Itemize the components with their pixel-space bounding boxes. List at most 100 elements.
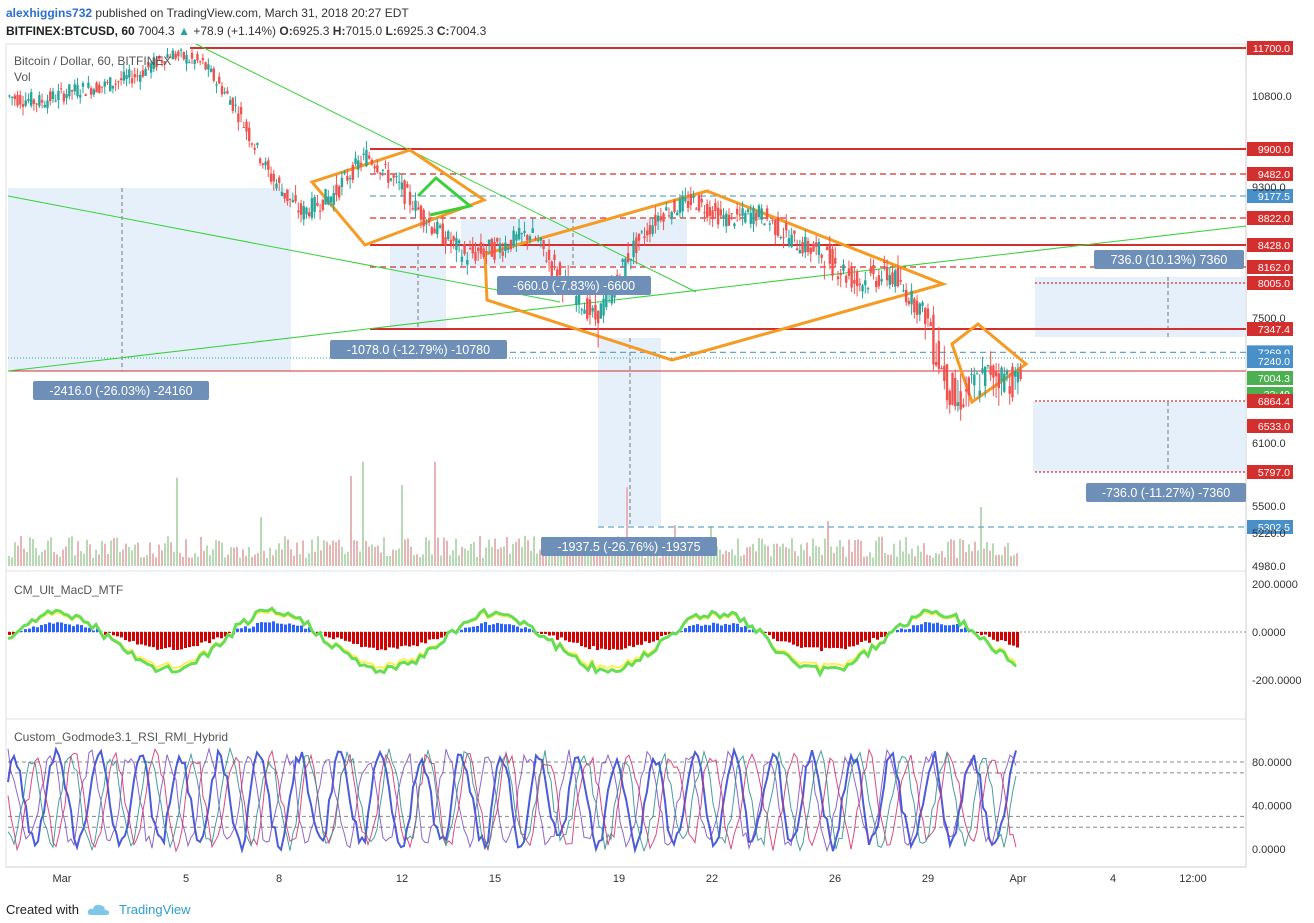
candle-body [812,243,815,252]
volume-bar [230,547,232,566]
volume-bar [47,540,49,566]
candle-body [896,267,900,287]
candle-body [580,309,583,311]
candle-body [35,103,38,105]
volume-bar [611,554,613,566]
candle-body [209,68,213,72]
volume-bar [938,553,940,566]
volume-bar [467,550,469,566]
macd-bar [908,628,911,632]
candle-body [899,280,902,282]
candle-body [515,234,518,241]
candle-body [313,197,316,212]
volume-bar [824,538,826,566]
volume-bar [275,549,277,566]
chart-canvas[interactable]: 11700.09900.09482.09177.58822.08428.0816… [0,0,1314,923]
candle-body [757,205,761,218]
volume-bar [878,536,880,566]
candle-body [517,227,521,240]
macd-bar [284,624,287,632]
volume-bar [737,538,739,566]
macd-bar [1016,632,1019,648]
candle-body [460,256,464,262]
volume-bar [278,543,280,566]
macd-bar [748,629,751,632]
macd-bar [788,632,791,643]
candle-body [468,248,472,250]
volume-bar [410,546,412,566]
candle-body [234,104,237,106]
candle-body [76,85,79,97]
volume-bar [263,550,265,566]
macd-bar [488,625,491,632]
macd-bar [704,624,707,632]
macd-bar [880,632,883,638]
macd-bar [24,629,27,632]
volume-bar [293,555,295,566]
candle-body [526,235,529,241]
macd-bar [460,629,463,632]
candle-body [629,258,633,261]
candle-body [749,212,752,224]
volume-bar [326,541,328,566]
volume-bar [149,542,151,566]
candle-body [406,184,409,188]
candle-body [387,170,390,183]
tradingview-link[interactable]: TradingView [119,902,191,917]
candle-body [449,239,453,245]
candle-body [119,78,123,81]
volume-bar [968,544,970,566]
candle-body [864,280,867,286]
volume-bar [1013,555,1015,566]
volume-bar [308,553,310,566]
macd-bar [660,632,663,637]
candle-body [973,374,976,386]
macd-bar [176,632,179,650]
volume-bar [539,549,541,566]
macd-bar [476,625,479,632]
macd-bar [792,632,795,645]
volume-bar [521,547,523,566]
candle-body [485,251,488,253]
macd-bar [728,624,731,632]
volume-bar [110,540,112,566]
candle-body [891,272,894,285]
volume-bar [533,536,535,566]
macd-bar [568,632,571,642]
candle-body [711,210,714,220]
macd-bar [424,632,427,644]
macd-bar [120,632,123,638]
macd-bar [600,632,603,649]
candle-body [768,223,772,225]
measurement-label: -660.0 (-7.83%) -6600 [513,279,635,293]
macd-bar [276,623,279,632]
candle-body [269,173,273,182]
volume-bar [167,536,169,566]
volume-bar [14,542,16,566]
candle-body [190,52,194,59]
orange-channel-3[interactable] [950,322,1029,405]
macd-bar [720,625,723,632]
macd-bar [328,632,331,638]
macd-bar [548,632,551,636]
candle-body [785,223,788,231]
volume-bar [500,547,502,566]
candle-body [272,173,275,182]
candle-body [340,177,344,188]
macd-y-tick: 0.0000 [1252,627,1286,639]
orange-channel-2[interactable] [483,189,948,362]
candle-body [51,91,55,100]
volume-bar [269,547,271,566]
macd-bar [112,632,115,636]
candle-body [665,207,668,211]
volume-bar [761,538,763,566]
macd-bar [148,632,151,647]
price-tag-label: 9482.0 [1258,169,1290,181]
volume-bar [65,546,67,566]
candle-body [283,192,286,199]
candle-body [367,155,371,159]
macd-bar [76,624,79,632]
candle-body [8,95,11,97]
volume-bar [332,540,334,566]
y-tick-label: 7500.0 [1252,313,1286,325]
